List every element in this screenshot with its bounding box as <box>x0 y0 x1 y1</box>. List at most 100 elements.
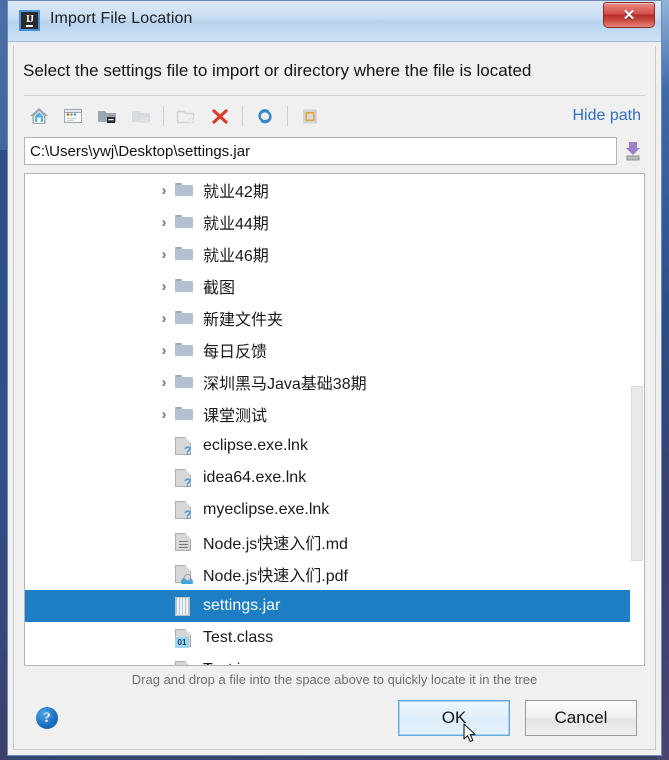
refresh-icon[interactable] <box>250 102 280 130</box>
tree-row[interactable]: 01 Test.class <box>25 622 644 654</box>
tree-row-icon: ? <box>175 437 201 457</box>
cancel-button[interactable]: Cancel <box>525 700 637 736</box>
tree-row[interactable]: › 课堂测试 <box>25 398 644 430</box>
tree-row-icon <box>175 596 201 616</box>
tree-row-icon <box>175 311 201 325</box>
tree-row[interactable]: settings.jar <box>25 590 644 622</box>
intellij-idea-glyph: IJ <box>26 13 34 27</box>
dialog-content: Select the settings file to import or di… <box>13 46 656 750</box>
folder-icon <box>175 311 193 325</box>
tree-row-label: Test.class <box>203 629 274 646</box>
pdf-file-icon <box>175 565 193 584</box>
folder-icon <box>175 407 193 421</box>
tree-row-label: Node.js快速入们.pdf <box>203 568 348 585</box>
unknown-file-icon: ? <box>175 501 191 521</box>
tree-row-icon <box>175 407 201 421</box>
delete-icon[interactable] <box>205 102 235 130</box>
tree-row[interactable]: › 就业42期 <box>25 174 644 206</box>
expand-chevron-icon[interactable]: › <box>153 215 175 230</box>
home-icon[interactable] <box>24 102 54 130</box>
hide-path-link[interactable]: Hide path <box>573 107 642 125</box>
tree-scrollbar-track[interactable] <box>630 174 644 665</box>
expand-chevron-icon[interactable]: › <box>153 279 175 294</box>
tree-row-icon <box>175 247 201 261</box>
path-row <box>24 136 645 166</box>
intellij-idea-icon: IJ <box>19 10 40 31</box>
new-folder-icon <box>171 102 201 130</box>
expand-chevron-icon[interactable]: › <box>153 311 175 326</box>
help-icon[interactable]: ? <box>36 707 58 729</box>
tree-row[interactable]: J Test.java <box>25 654 644 665</box>
ok-button[interactable]: OK <box>398 700 510 736</box>
dialog-prompt: Select the settings file to import or di… <box>23 61 532 80</box>
tree-row-icon <box>175 279 201 293</box>
tree-row[interactable]: Node.js快速入们.pdf <box>25 558 644 590</box>
folder-icon <box>175 279 193 293</box>
module-folder-icon <box>126 102 156 130</box>
window-title: Import File Location <box>50 10 193 27</box>
unknown-file-icon: ? <box>175 437 191 457</box>
expand-chevron-icon[interactable]: › <box>153 375 175 390</box>
class-file-icon: 01 <box>175 629 191 648</box>
tree-row-icon <box>175 183 201 197</box>
tree-row-label: 新建文件夹 <box>203 312 284 329</box>
tree-row-label: 就业46期 <box>203 248 269 265</box>
tree-row[interactable]: ? idea64.exe.lnk <box>25 462 644 494</box>
expand-chevron-icon[interactable]: › <box>153 343 175 358</box>
paste-from-clipboard-icon[interactable] <box>621 138 645 164</box>
project-folder-icon[interactable] <box>92 102 122 130</box>
tree-row-icon <box>175 343 201 357</box>
toolbar-separator-1 <box>163 106 164 126</box>
java-file-icon: J <box>175 661 191 665</box>
tree-row-icon: J <box>175 661 201 665</box>
tree-row[interactable]: › 就业46期 <box>25 238 644 270</box>
folder-icon <box>175 343 193 357</box>
tree-row[interactable]: › 每日反馈 <box>25 334 644 366</box>
folder-icon <box>175 183 193 197</box>
tree-row-label: 就业44期 <box>203 216 269 233</box>
tree-row-icon: 01 <box>175 629 201 648</box>
title-bar: IJ Import File Location ✕ <box>8 1 661 42</box>
tree-row[interactable]: › 就业44期 <box>25 206 644 238</box>
expand-chevron-icon[interactable]: › <box>153 183 175 198</box>
path-input[interactable] <box>24 137 617 165</box>
tree-row[interactable]: ? eclipse.exe.lnk <box>25 430 644 462</box>
tree-row-icon: ? <box>175 469 201 489</box>
tree-row-label: Test.java <box>201 661 266 665</box>
tree-row-label: 截图 <box>203 280 236 297</box>
text-file-icon <box>175 533 191 551</box>
expand-chevron-icon[interactable]: › <box>153 247 175 262</box>
jar-file-icon <box>175 596 190 616</box>
tree-row[interactable]: › 深圳黑马Java基础38期 <box>25 366 644 398</box>
folder-icon <box>175 375 193 389</box>
tree-row-label: 就业42期 <box>203 184 269 201</box>
tree-row-icon <box>175 533 201 551</box>
tree-row[interactable]: Node.js快速入们.md <box>25 526 644 558</box>
tree-row-label: settings.jar <box>203 597 281 614</box>
tree-row-icon: ? <box>175 501 201 521</box>
file-tree-panel[interactable]: › 就业42期 › 就业44期 › 就业46期 › 截图 › 新建文件夹 › 每日反馈 › 深圳黑马Jav… <box>24 173 645 666</box>
close-button[interactable]: ✕ <box>603 2 655 28</box>
tree-row-icon <box>175 215 201 229</box>
tree-row-label: Node.js快速入们.md <box>203 536 348 553</box>
tree-row[interactable]: › 截图 <box>25 270 644 302</box>
tree-row-label: idea64.exe.lnk <box>203 469 307 486</box>
tree-row-label: eclipse.exe.lnk <box>203 437 308 454</box>
unknown-file-icon: ? <box>175 469 191 489</box>
desktop-left-strip <box>0 150 7 760</box>
file-tree[interactable]: › 就业42期 › 就业44期 › 就业46期 › 截图 › 新建文件夹 › 每日反馈 › 深圳黑马Jav… <box>25 174 644 665</box>
import-file-location-dialog: IJ Import File Location ✕ Select the set… <box>7 0 662 756</box>
desktop-icon[interactable] <box>58 102 88 130</box>
tree-scrollbar-thumb[interactable] <box>631 386 643 561</box>
close-icon: ✕ <box>622 7 636 24</box>
tree-row[interactable]: ? myeclipse.exe.lnk <box>25 494 644 526</box>
drag-drop-hint: Drag and drop a file into the space abov… <box>131 672 538 687</box>
show-hidden-files-icon[interactable] <box>295 102 325 130</box>
tree-row[interactable]: › 新建文件夹 <box>25 302 644 334</box>
expand-chevron-icon[interactable]: › <box>153 407 175 422</box>
tree-row-icon <box>175 565 201 584</box>
folder-icon <box>175 247 193 261</box>
tree-row-label: 每日反馈 <box>203 344 268 361</box>
tree-row-label: 深圳黑马Java基础38期 <box>203 376 367 393</box>
file-chooser-toolbar: Hide path <box>14 96 655 136</box>
